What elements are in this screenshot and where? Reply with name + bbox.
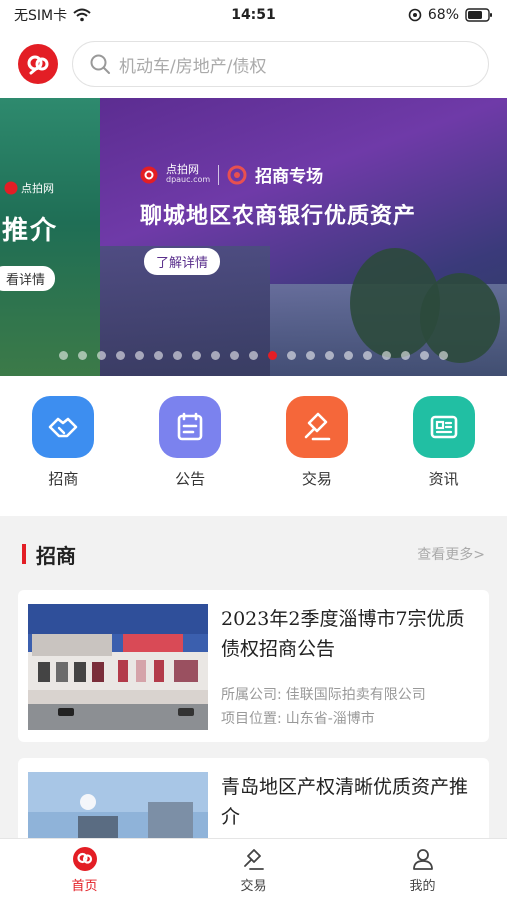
carousel-dot[interactable]: [420, 351, 429, 360]
app-logo[interactable]: [18, 44, 58, 84]
quick-label-notice: 公告: [175, 470, 206, 488]
banner-brand-url: dpauc.com: [166, 175, 211, 185]
listing-image: [28, 604, 208, 730]
banner-left-brand-text: 点拍网: [21, 182, 54, 195]
carousel-dot[interactable]: [382, 351, 391, 360]
carousel-dot[interactable]: [401, 351, 410, 360]
carousel-dot[interactable]: [230, 351, 239, 360]
banner-main-brand: 点拍网 dpauc.com 招商专场: [140, 162, 323, 187]
banner-brand-divider: [218, 164, 220, 185]
banner-title: 聊城地区农商银行优质资产: [140, 204, 417, 229]
listing-company: 佳联国际拍卖有限公司: [285, 687, 426, 703]
carousel-dot[interactable]: [59, 351, 68, 360]
carousel-dot[interactable]: [135, 351, 144, 360]
status-bar: 无SIM卡 14:51 68%: [0, 0, 507, 30]
carousel-dots: [0, 351, 507, 363]
listing-title: 青岛地区产权清晰优质资产推介: [221, 776, 469, 828]
quick-item-notice[interactable]: 公告: [127, 376, 254, 516]
carousel-dot[interactable]: [192, 351, 201, 360]
search-icon: [90, 54, 110, 74]
quick-label-investment: 招商: [48, 470, 79, 488]
carousel-dot[interactable]: [211, 351, 220, 360]
orientation-lock-icon: [408, 8, 422, 22]
tab-label-trade: 交易: [240, 878, 267, 894]
carousel-dot-active[interactable]: [268, 351, 277, 360]
carousel-dot[interactable]: [116, 351, 125, 360]
listing-location: 山东省-淄博市: [285, 711, 375, 727]
notice-icon: [159, 396, 222, 458]
see-more-link[interactable]: 查看更多>: [417, 544, 485, 564]
banner-tree: [420, 273, 500, 363]
wifi-icon: [73, 8, 91, 22]
flower-logo-icon: [227, 165, 247, 184]
battery-icon: [465, 8, 492, 22]
carousel-dot[interactable]: [344, 351, 353, 360]
listing-company-label: 所属公司:: [221, 687, 282, 703]
dianpai-logo-icon: [140, 166, 158, 183]
carousel-dot[interactable]: [154, 351, 163, 360]
section-accent-bar: [22, 544, 26, 564]
quick-label-trade: 交易: [301, 470, 332, 488]
listing-card[interactable]: 2023年2季度淄博市7宗优质债权招商公告 所属公司: 佳联国际拍卖有限公司 项目…: [18, 590, 489, 742]
carousel-dot[interactable]: [173, 351, 182, 360]
tab-home[interactable]: 首页: [0, 839, 169, 900]
banner-tag: 招商专场: [255, 167, 324, 187]
section-header: 招商 查看更多>: [0, 528, 507, 580]
user-icon: [412, 848, 433, 870]
banner-left-brand: 点拍网: [4, 180, 54, 196]
banner-brand-block: 点拍网 dpauc.com: [166, 163, 211, 185]
carousel-dot[interactable]: [439, 351, 448, 360]
status-left: 无SIM卡: [14, 5, 91, 25]
banner-carousel[interactable]: 点拍网 推介 看详情 点拍网 dpauc.com 招商专场 聊城地区农商银行优质…: [0, 98, 507, 376]
carousel-dot[interactable]: [287, 351, 296, 360]
auction-hammer-icon: [285, 396, 348, 458]
bottom-tab-bar: 首页 交易 我的: [0, 838, 507, 900]
dianpai-logo-icon: [4, 181, 18, 195]
handshake-icon: [32, 396, 95, 458]
tab-label-home: 首页: [71, 878, 98, 894]
quick-item-news[interactable]: 资讯: [380, 376, 507, 516]
home-logo-icon: [72, 846, 97, 871]
listing-title: 2023年2季度淄博市7宗优质债权招商公告: [221, 608, 465, 660]
carousel-dot[interactable]: [306, 351, 315, 360]
quick-item-investment[interactable]: 招商: [0, 376, 127, 516]
quick-menu: 招商 公告 交易 资讯: [0, 376, 507, 516]
section-title: 招商: [36, 543, 76, 568]
carousel-dot[interactable]: [363, 351, 372, 360]
banner-left-button[interactable]: 看详情: [0, 266, 56, 291]
search-bar[interactable]: 机动车/房地产/债权: [72, 41, 489, 87]
tab-trade[interactable]: 交易: [169, 839, 338, 900]
carousel-dot[interactable]: [97, 351, 106, 360]
listing-location-label: 项目位置:: [221, 711, 282, 727]
status-right: 68%: [408, 7, 493, 23]
listing-company-row: 所属公司: 佳联国际拍卖有限公司: [221, 684, 426, 704]
app-header: 机动车/房地产/债权: [0, 30, 507, 98]
banner-slide-previous[interactable]: 点拍网 推介 看详情: [0, 98, 100, 376]
quick-item-trade[interactable]: 交易: [254, 376, 381, 516]
dianpai-logo-icon: [27, 55, 49, 75]
listing-location-row: 项目位置: 山东省-淄博市: [221, 708, 375, 728]
carousel-dot[interactable]: [78, 351, 87, 360]
tab-label-mine: 我的: [409, 878, 436, 894]
search-placeholder: 机动车/房地产/债权: [119, 56, 267, 77]
banner-left-title: 推介: [2, 216, 59, 246]
carousel-dot[interactable]: [325, 351, 334, 360]
tab-mine[interactable]: 我的: [338, 839, 507, 900]
banner-detail-button[interactable]: 了解详情: [144, 248, 221, 275]
banner-slide-current[interactable]: 点拍网 dpauc.com 招商专场 聊城地区农商银行优质资产 了解详情: [100, 98, 507, 376]
carrier-label: 无SIM卡: [14, 8, 68, 24]
news-icon: [412, 396, 475, 458]
battery-percent: 68%: [427, 7, 459, 23]
quick-label-news: 资讯: [428, 470, 459, 488]
carousel-dot[interactable]: [249, 351, 258, 360]
auction-hammer-icon: [243, 848, 264, 870]
